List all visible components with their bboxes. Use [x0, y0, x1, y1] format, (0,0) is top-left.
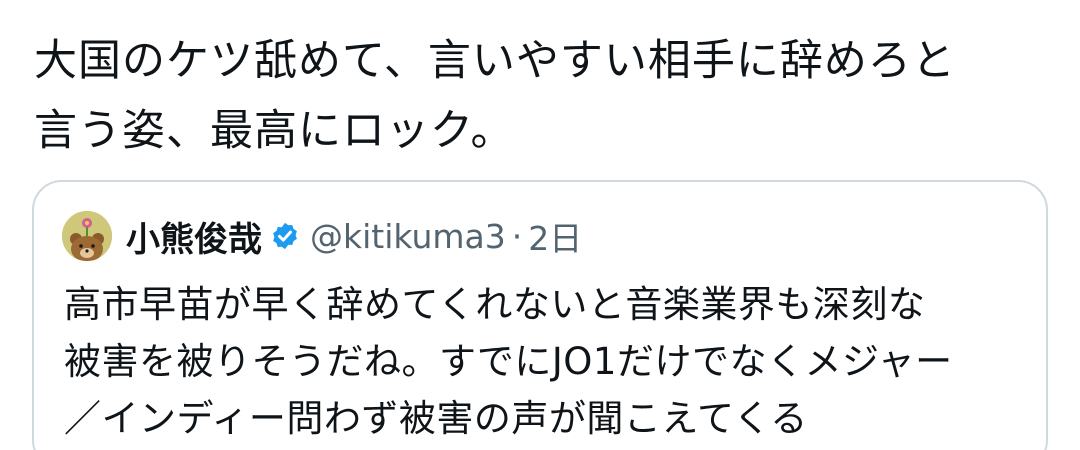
- verified-badge-icon: [273, 222, 297, 250]
- quoted-tweet-header: 小熊俊哉 @kitikuma3 · 2日: [62, 208, 582, 264]
- tweet: 大国のケツ舐めて、言いやすい相手に辞めろと 言う姿、最高にロック。 小熊俊哉 @…: [0, 0, 1080, 450]
- quoted-tweet-text: 高市早苗が早く辞めてくれないと音楽業界も深刻な 被害を被りそうだね。すでにJO1…: [64, 283, 953, 440]
- quoted-tweet-card[interactable]: 小熊俊哉 @kitikuma3 · 2日 高市早苗が早く辞めてくれないと音楽業界…: [32, 180, 1048, 450]
- display-name[interactable]: 小熊俊哉: [126, 212, 262, 261]
- timestamp[interactable]: 2日: [528, 212, 582, 260]
- separator-dot: ·: [511, 216, 523, 256]
- avatar[interactable]: [62, 211, 112, 261]
- tweet-text: 大国のケツ舐めて、言いやすい相手に辞めろと 言う姿、最高にロック。: [34, 36, 956, 156]
- bear-avatar-icon: [62, 211, 112, 261]
- user-handle[interactable]: @kitikuma3: [310, 217, 506, 256]
